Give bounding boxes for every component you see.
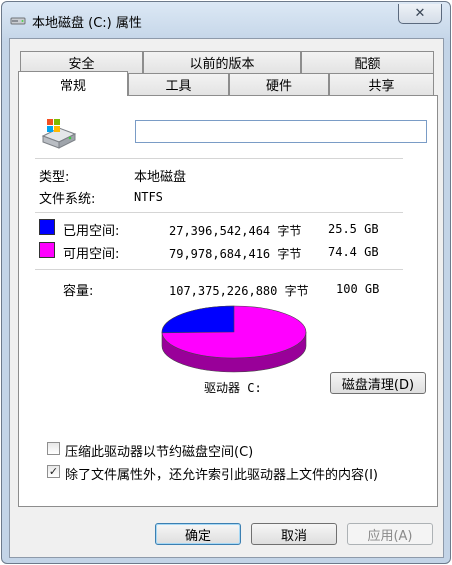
hard-drive-icon (41, 119, 77, 149)
tab-label: 安全 (68, 57, 95, 72)
separator (35, 212, 403, 213)
tab-label: 常规 (59, 78, 86, 94)
tab-label: 以前的版本 (189, 57, 255, 72)
tab-label: 配额 (354, 57, 381, 72)
tab-general[interactable]: 常规 (18, 71, 128, 96)
free-space-bytes: 79,978,684,416 字节 (169, 247, 302, 261)
tab-hardware[interactable]: 硬件 (229, 73, 329, 95)
cancel-button[interactable]: 取消 (251, 523, 337, 545)
close-icon: ✕ (414, 6, 426, 21)
drive-name-input[interactable] (135, 120, 427, 143)
filesystem-value: NTFS (134, 190, 163, 204)
index-label[interactable]: 除了文件属性外，还允许索引此驱动器上文件的内容(I) (65, 464, 378, 483)
disk-cleanup-label: 磁盘清理(D) (341, 377, 415, 393)
tab-sharing[interactable]: 共享 (329, 73, 434, 95)
used-space-bytes: 27,396,542,464 字节 (169, 224, 302, 238)
ok-label: 确定 (184, 528, 211, 544)
tab-label: 工具 (165, 79, 192, 94)
type-value: 本地磁盘 (134, 170, 187, 185)
separator (35, 158, 403, 159)
capacity-label: 容量: (63, 284, 94, 299)
close-button[interactable]: ✕ (398, 4, 442, 24)
tab-tools[interactable]: 工具 (128, 73, 229, 95)
capacity-bytes: 107,375,226,880 字节 (169, 284, 309, 298)
free-space-size: 74.4 GB (328, 245, 379, 259)
compress-label[interactable]: 压缩此驱动器以节约磁盘空间(C) (65, 441, 253, 460)
disk-cleanup-button[interactable]: 磁盘清理(D) (330, 372, 426, 394)
used-space-label: 已用空间: (63, 224, 120, 239)
drive-icon (10, 17, 26, 25)
tab-security[interactable]: 安全 (20, 51, 143, 73)
general-panel: 类型: 本地磁盘 文件系统: NTFS 已用空间: 27,396,542,464… (18, 95, 438, 507)
cancel-label: 取消 (280, 528, 307, 544)
title-bar[interactable]: 本地磁盘 (C:) 属性 ✕ (2, 2, 450, 38)
dialog-body: 安全 以前的版本 配额 常规 工具 硬件 共享 类型: 本地磁盘 文件系统: N… (9, 38, 444, 558)
drive-letter-label: 驱动器 C: (204, 381, 262, 395)
properties-window: 本地磁盘 (C:) 属性 ✕ 安全 以前的版本 配额 常规 工具 硬件 共享 类… (1, 1, 451, 564)
capacity-size: 100 GB (336, 282, 380, 296)
free-space-label: 可用空间: (63, 247, 120, 262)
apply-button[interactable]: 应用(A) (347, 523, 433, 545)
pie-slice-used (161, 305, 235, 334)
used-space-size: 25.5 GB (328, 222, 379, 236)
tab-label: 共享 (368, 79, 395, 94)
tab-previous-versions[interactable]: 以前的版本 (143, 51, 301, 73)
apply-label: 应用(A) (367, 528, 413, 544)
used-space-swatch (39, 219, 55, 235)
separator (35, 269, 403, 270)
tab-quota[interactable]: 配额 (301, 51, 434, 73)
window-title: 本地磁盘 (C:) 属性 (32, 16, 142, 31)
ok-button[interactable]: 确定 (155, 523, 241, 545)
tab-label: 硬件 (265, 79, 292, 94)
free-space-swatch (39, 242, 55, 258)
compress-checkbox[interactable] (47, 442, 60, 455)
index-checkbox[interactable]: ✓ (47, 465, 60, 478)
filesystem-label: 文件系统: (39, 192, 96, 207)
disk-usage-pie (161, 305, 307, 373)
type-label: 类型: (39, 170, 70, 185)
